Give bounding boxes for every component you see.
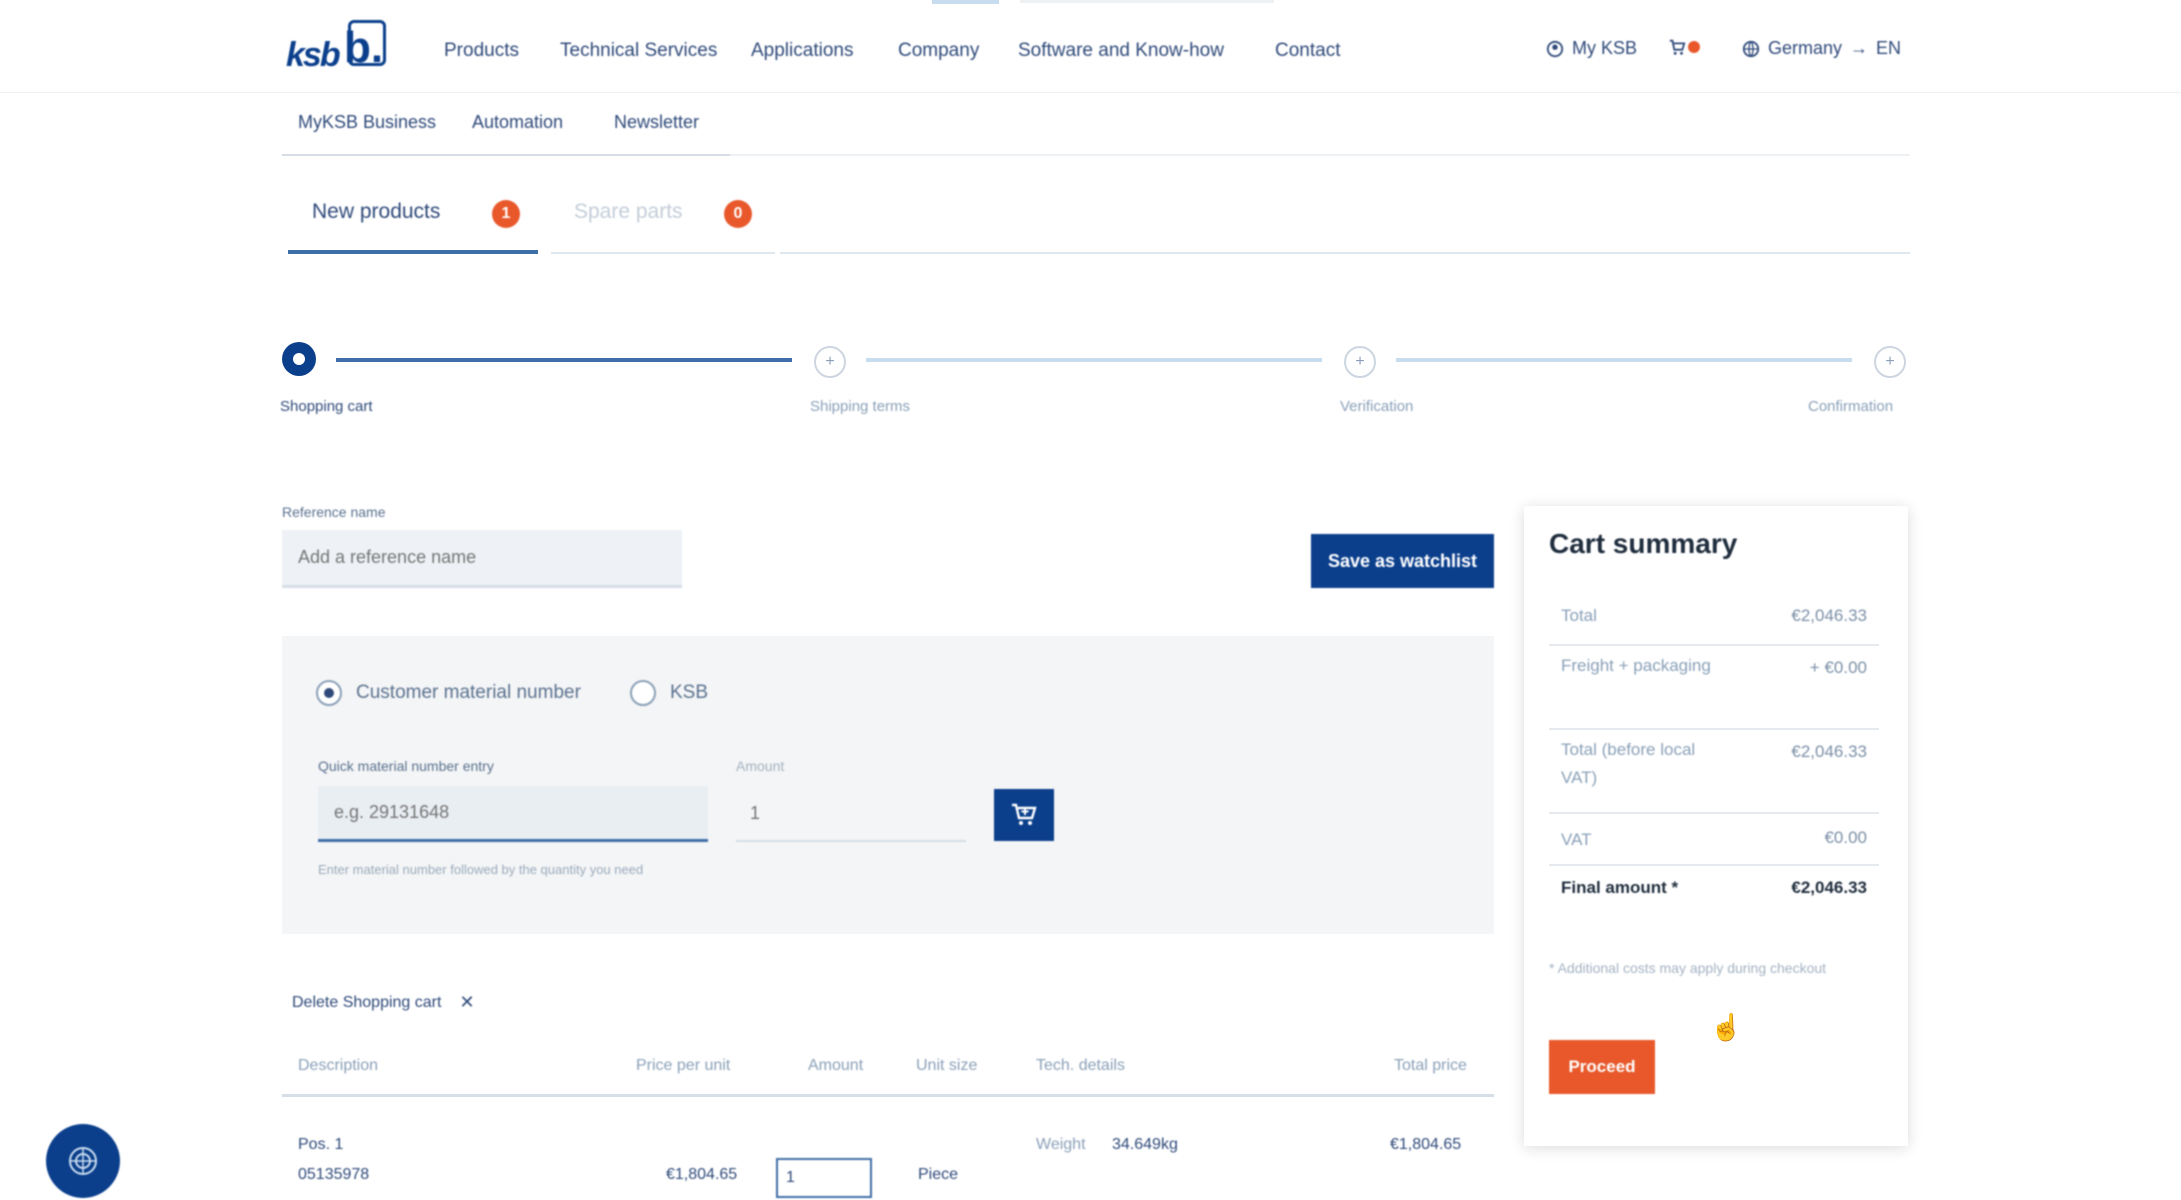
delete-shopping-cart-label: Delete Shopping cart — [292, 993, 442, 1011]
summary-vat-label: VAT — [1561, 830, 1592, 849]
close-icon: ✕ — [459, 992, 475, 1012]
mouse-cursor-icon: ☝ — [1710, 1012, 1743, 1042]
top-accent-bar — [932, 0, 999, 4]
amount-input[interactable] — [736, 786, 966, 842]
row-tech-value: 34.649kg — [1112, 1136, 1178, 1153]
chat-icon — [69, 1147, 97, 1175]
subnav-automation[interactable]: Automation — [472, 112, 563, 133]
step-verification-dot: + — [1344, 346, 1376, 378]
my-ksb-label: My KSB — [1572, 38, 1638, 58]
logo-text: ksb — [286, 36, 341, 74]
row-tech-label: Weight — [1036, 1136, 1086, 1153]
radio-customer-material-number[interactable] — [316, 680, 342, 706]
final-amount-value: €2,046.33 — [1791, 878, 1867, 897]
step-label-shopping-cart: Shopping cart — [280, 398, 373, 415]
top-accent-bar-secondary — [1020, 0, 1274, 3]
summary-before-vat-value: €2,046.33 — [1791, 742, 1867, 761]
summary-freight-value: + €0.00 — [1809, 658, 1867, 677]
tab-active-underline — [288, 250, 538, 254]
final-amount-label: Final amount * — [1561, 878, 1679, 897]
step-line-1 — [336, 358, 792, 362]
proceed-button[interactable]: Proceed — [1549, 1040, 1655, 1094]
ksb-logo[interactable]: ksb b. — [286, 20, 402, 74]
col-unit-size: Unit size — [916, 1057, 978, 1074]
subnav-active-divider — [282, 154, 730, 156]
logo-mark: b. — [344, 23, 384, 72]
step-line-3 — [1396, 358, 1852, 362]
country-label: Germany — [1768, 38, 1843, 58]
row-position: Pos. 1 — [298, 1136, 344, 1153]
quick-entry-panel — [282, 636, 1494, 934]
step-line-2 — [866, 358, 1322, 362]
quick-material-input[interactable] — [318, 786, 708, 842]
cart-summary-title: Cart summary — [1549, 528, 1738, 559]
col-amount: Amount — [808, 1057, 864, 1074]
reference-name-label: Reference name — [282, 504, 386, 520]
step-label-verification: Verification — [1340, 398, 1414, 415]
add-to-cart-icon — [1012, 803, 1037, 825]
nav-applications[interactable]: Applications — [751, 40, 853, 62]
language-label: EN — [1876, 38, 1902, 58]
subnav-newsletter[interactable]: Newsletter — [614, 112, 699, 133]
new-products-badge: 1 — [492, 200, 520, 228]
save-as-watchlist-button[interactable]: Save as watchlist — [1311, 534, 1494, 588]
tabs-divider — [780, 252, 1910, 254]
summary-row-before-vat: Total (before local VAT) €2,046.33 — [1549, 730, 1879, 814]
summary-before-vat-label: Total (before local VAT) — [1561, 740, 1696, 787]
col-total-price: Total price — [1394, 1057, 1467, 1074]
summary-row-freight: Freight + packaging + €0.00 — [1549, 646, 1879, 730]
table-header-divider — [282, 1094, 1494, 1097]
tab-spare-parts[interactable]: Spare parts — [574, 200, 683, 224]
summary-row-total: Total €2,046.33 — [1549, 594, 1879, 646]
row-amount-input[interactable] — [776, 1158, 872, 1198]
radio-customer-material-label: Customer material number — [356, 682, 581, 703]
tab-new-products[interactable]: New products — [312, 200, 440, 224]
reference-name-input[interactable] — [282, 530, 682, 588]
nav-products[interactable]: Products — [444, 40, 519, 62]
cart-button[interactable] — [1668, 38, 1700, 56]
row-total-price: €1,804.65 — [1390, 1136, 1462, 1153]
summary-total-value: €2,046.33 — [1791, 606, 1867, 625]
delete-shopping-cart-link[interactable]: Delete Shopping cart ✕ — [292, 992, 475, 1013]
summary-freight-label: Freight + packaging — [1561, 656, 1711, 675]
nav-contact[interactable]: Contact — [1275, 40, 1340, 62]
row-unit-size: Piece — [918, 1166, 959, 1183]
step-shopping-cart-dot — [282, 342, 316, 376]
subnav-myksb-business[interactable]: MyKSB Business — [298, 112, 436, 133]
amount-label: Amount — [736, 758, 785, 774]
nav-company[interactable]: Company — [898, 40, 979, 62]
spare-parts-badge: 0 — [724, 200, 752, 228]
summary-vat-value: €0.00 — [1824, 828, 1867, 847]
step-confirmation-dot: + — [1874, 346, 1906, 378]
row-price-per-unit: €1,804.65 — [666, 1166, 738, 1183]
step-shipping-terms-dot: + — [814, 346, 846, 378]
col-description: Description — [298, 1057, 379, 1074]
my-ksb-link[interactable]: My KSB — [1546, 38, 1637, 59]
cart-summary-panel: Cart summary Total €2,046.33 Freight + p… — [1524, 506, 1908, 1146]
radio-ksb[interactable] — [630, 680, 656, 706]
country-language-selector[interactable]: Germany → EN — [1742, 38, 1901, 59]
col-tech-details: Tech. details — [1036, 1057, 1125, 1074]
col-price-per-unit: Price per unit — [636, 1057, 731, 1074]
tab-inactive-underline — [551, 252, 775, 254]
nav-technical-services[interactable]: Technical Services — [560, 40, 717, 62]
cart-count-dot — [1688, 41, 1700, 53]
additional-costs-note: * Additional costs may apply during chec… — [1549, 960, 1827, 976]
quick-material-label: Quick material number entry — [318, 758, 494, 774]
radio-ksb-label: KSB — [670, 682, 709, 703]
cart-icon — [1669, 39, 1686, 55]
step-label-confirmation: Confirmation — [1808, 398, 1894, 415]
chat-support-button[interactable] — [46, 1124, 120, 1198]
nav-software-know-how[interactable]: Software and Know-how — [1018, 40, 1224, 62]
user-icon — [1546, 40, 1564, 57]
arrow-right-icon: → — [1850, 38, 1869, 58]
summary-row-vat: VAT €0.00 — [1549, 814, 1879, 866]
row-material-number: 05135978 — [298, 1166, 370, 1183]
globe-icon — [1742, 40, 1760, 57]
step-label-shipping-terms: Shipping terms — [810, 398, 911, 415]
add-to-cart-button[interactable] — [994, 789, 1054, 841]
summary-total-label: Total — [1561, 606, 1597, 625]
quick-entry-hint: Enter material number followed by the qu… — [318, 862, 644, 877]
